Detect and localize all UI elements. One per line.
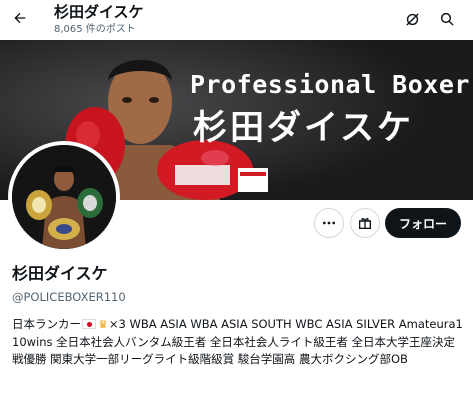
banner-title: Professional Boxer <box>190 70 470 99</box>
bell-off-icon <box>405 12 419 26</box>
more-button[interactable] <box>314 208 344 238</box>
gift-button[interactable] <box>350 208 380 238</box>
back-button[interactable] <box>8 6 32 30</box>
arrow-left-icon <box>14 12 26 24</box>
japan-flag-icon <box>82 319 96 329</box>
bio-prefix: 日本ランカー <box>12 317 81 331</box>
display-name: 杉田ダイスケ <box>12 264 108 283</box>
user-handle: @POLICEBOXER110 <box>12 290 126 304</box>
search-button[interactable] <box>436 8 458 30</box>
avatar[interactable] <box>8 141 120 253</box>
page-title: 杉田ダイスケ <box>54 3 144 21</box>
follow-button[interactable]: フォロー <box>385 208 461 238</box>
profile-bio: 日本ランカー ♛×3 WBA ASIA WBA ASIA SOUTH WBC AS… <box>12 316 466 369</box>
banner-name: 杉田ダイスケ <box>193 108 414 148</box>
search-icon <box>440 12 454 26</box>
notification-off-button[interactable] <box>401 8 423 30</box>
crown-icon: ♛ <box>98 318 108 331</box>
more-icon <box>323 221 335 225</box>
gift-icon <box>359 218 371 229</box>
top-bar: 杉田ダイスケ 8,065 件のポスト <box>0 0 473 40</box>
avatar-image <box>12 145 116 249</box>
post-count: 8,065 件のポスト <box>54 24 136 35</box>
